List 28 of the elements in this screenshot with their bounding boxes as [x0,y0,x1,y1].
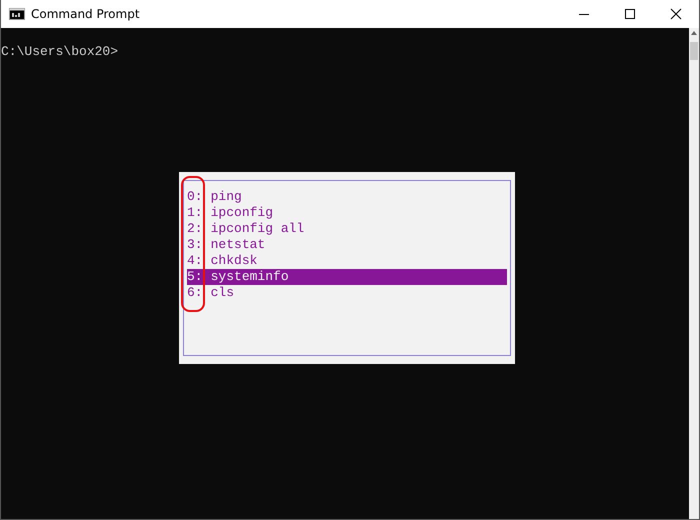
maximize-icon [624,8,636,20]
history-command: netstat [210,237,266,253]
history-command: chkdsk [210,253,258,269]
history-item[interactable]: 1: ipconfig [187,205,507,221]
console-icon [9,8,25,20]
scrollbar[interactable] [689,28,699,519]
history-command: ipconfig all [210,221,304,237]
history-item[interactable]: 6: cls [187,285,507,301]
history-number: 2: [187,221,203,237]
history-number: 1: [187,205,203,221]
command-prompt-line: C:\Users\box20> [1,43,120,60]
scroll-thumb[interactable] [690,42,698,60]
history-number: 6: [187,285,203,301]
history-number: 3: [187,237,203,253]
history-number: 4: [187,253,203,269]
history-command: ipconfig [210,205,274,221]
history-number: 5: [187,269,203,285]
history-item[interactable]: 2: ipconfig all [187,221,507,237]
window-title: Command Prompt [31,7,140,21]
history-item[interactable]: 5: systeminfo [187,269,507,285]
history-number: 0: [187,189,203,205]
history-item[interactable]: 3: netstat [187,237,507,253]
history-command: cls [210,285,234,301]
close-icon [670,8,682,20]
history-item[interactable]: 0: ping [187,189,507,205]
history-command: ping [210,189,242,205]
history-command: systeminfo [210,269,289,285]
history-item[interactable]: 4: chkdsk [187,253,507,269]
